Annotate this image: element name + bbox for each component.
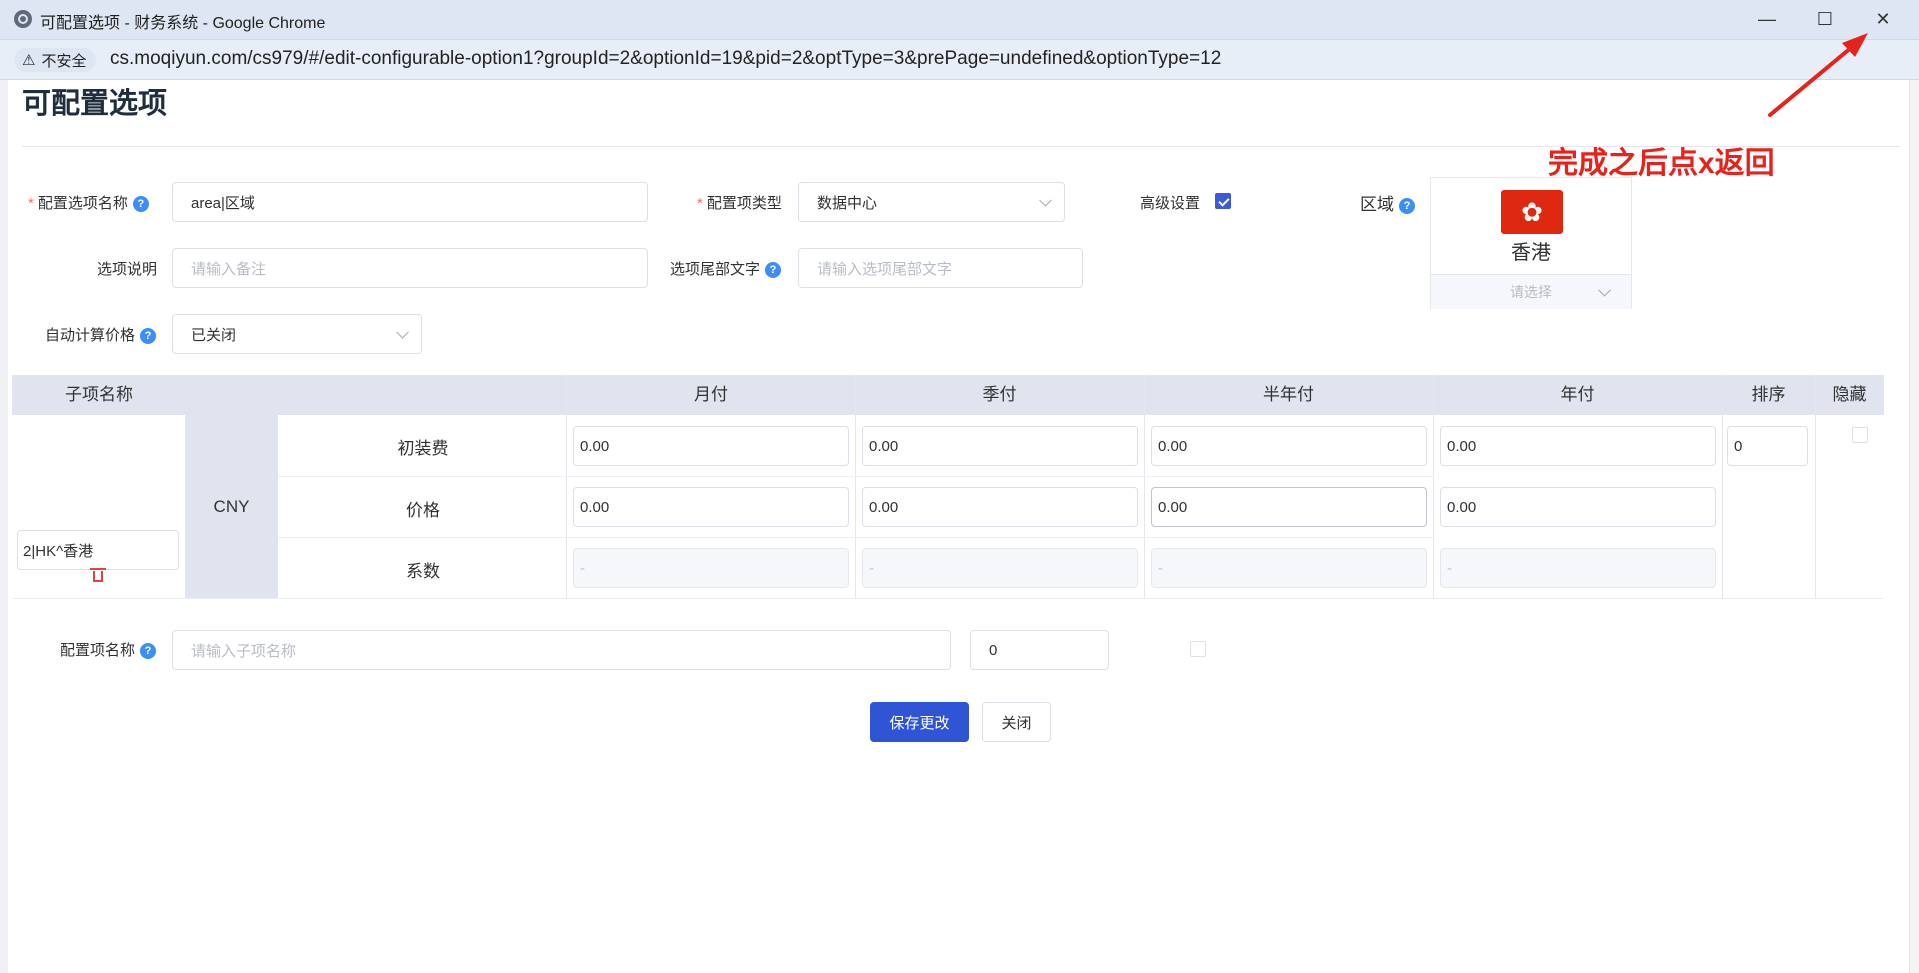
currency-cell: CNY	[185, 415, 278, 598]
description-input[interactable]: 请输入备注	[172, 248, 648, 288]
region-label: 区域?	[1360, 190, 1415, 215]
maximize-button[interactable]: ☐	[1797, 0, 1853, 39]
header-annual: 年付	[1560, 385, 1595, 404]
row-label-price: 价格	[406, 501, 440, 520]
close-button[interactable]: 关闭	[982, 702, 1051, 742]
option-name-label: * 配置选项名称?	[28, 192, 149, 213]
security-indicator[interactable]: ⚠ 不安全	[14, 48, 97, 72]
pricing-table-header: 子项名称 月付 季付 半年付 年付 排序 隐藏	[12, 375, 1884, 415]
window-titlebar: 可配置选项 - 财务系统 - Google Chrome — ☐ ✕	[0, 0, 1919, 40]
warning-icon: ⚠	[22, 52, 36, 69]
hong-kong-flag-icon: ✿	[1501, 190, 1563, 234]
help-icon[interactable]: ?	[140, 328, 157, 344]
advanced-settings-checkbox[interactable]	[1215, 193, 1231, 209]
setup-fee-monthly-input[interactable]: 0.00	[573, 426, 849, 466]
background-page	[0, 0, 8, 973]
chevron-down-icon	[1039, 193, 1052, 207]
table-divider	[1433, 375, 1434, 598]
price-annual-input[interactable]: 0.00	[1440, 487, 1716, 527]
option-name-input[interactable]: area|区域	[172, 182, 648, 222]
price-quarterly-input[interactable]: 0.00	[862, 487, 1138, 527]
factor-quarterly-input: -	[862, 548, 1138, 588]
option-type-select[interactable]: 数据中心	[798, 182, 1065, 222]
minimize-button[interactable]: —	[1739, 0, 1795, 39]
factor-monthly-input: -	[573, 548, 849, 588]
setup-fee-semiannual-input[interactable]: 0.00	[1151, 426, 1427, 466]
factor-annual-input: -	[1440, 548, 1716, 588]
description-label: 选项说明	[97, 261, 158, 278]
help-icon[interactable]: ?	[132, 196, 149, 212]
table-divider	[1722, 375, 1723, 598]
new-item-name-input[interactable]: 请输入子项名称	[172, 630, 951, 670]
sort-input[interactable]: 0	[1727, 426, 1808, 466]
table-row-divider	[278, 476, 1433, 477]
advanced-settings-label: 高级设置	[1140, 195, 1201, 212]
setup-fee-annual-input[interactable]: 0.00	[1440, 426, 1716, 466]
table-divider	[1815, 375, 1816, 598]
row-label-setup-fee: 初装费	[397, 439, 449, 458]
table-divider	[855, 375, 856, 598]
globe-icon	[14, 10, 32, 28]
help-icon[interactable]: ?	[1399, 198, 1415, 214]
setup-fee-quarterly-input[interactable]: 0.00	[862, 426, 1138, 466]
sub-item-name-input[interactable]: 2|HK^香港	[17, 530, 179, 570]
price-semiannual-input[interactable]: 0.00	[1151, 487, 1427, 527]
suffix-label: 选项尾部文字?	[670, 258, 782, 279]
chevron-down-icon	[396, 325, 409, 339]
header-sub-item-name: 子项名称	[65, 385, 133, 404]
option-type-label: * 配置项类型	[697, 195, 782, 212]
maximize-icon: ☐	[1816, 9, 1834, 29]
window-title: 可配置选项 - 财务系统 - Google Chrome	[40, 15, 326, 32]
table-row-divider	[12, 598, 1884, 599]
vertical-scrollbar[interactable]	[1909, 80, 1919, 973]
auto-price-select[interactable]: 已关闭	[172, 314, 422, 354]
close-icon: ✕	[1875, 9, 1891, 29]
new-item-hidden-checkbox[interactable]	[1190, 641, 1206, 657]
header-monthly: 月付	[694, 385, 728, 404]
header-hidden: 隐藏	[1832, 385, 1867, 404]
header-quarterly: 季付	[982, 385, 1017, 404]
hidden-checkbox[interactable]	[1852, 427, 1868, 443]
header-semiannual: 半年付	[1263, 385, 1314, 404]
url-text[interactable]: cs.moqiyun.com/cs979/#/edit-configurable…	[110, 48, 1221, 70]
price-monthly-input[interactable]: 0.00	[573, 487, 849, 527]
new-item-sort-input[interactable]: 0	[970, 630, 1109, 670]
security-label: 不安全	[41, 52, 87, 70]
region-select[interactable]: 请选择	[1431, 274, 1631, 309]
address-bar: ⚠ 不安全 cs.moqiyun.com/cs979/#/edit-config…	[0, 40, 1919, 80]
page-title: 可配置选项	[22, 88, 168, 120]
help-icon[interactable]: ?	[765, 262, 782, 278]
minimize-icon: —	[1758, 9, 1776, 29]
delete-icon[interactable]	[90, 568, 106, 582]
auto-price-label: 自动计算价格?	[45, 324, 157, 345]
table-row-divider	[278, 537, 1433, 538]
annotation-text: 完成之后点x返回	[1548, 147, 1775, 180]
factor-semiannual-input: -	[1151, 548, 1427, 588]
new-item-label: 配置项名称?	[60, 639, 157, 660]
region-name: 香港	[1511, 242, 1551, 264]
save-button[interactable]: 保存更改	[870, 702, 969, 742]
help-icon[interactable]: ?	[140, 643, 157, 659]
row-label-factor: 系数	[406, 562, 440, 581]
region-card[interactable]: ✿ 香港 请选择	[1430, 177, 1632, 309]
chevron-down-icon	[1598, 283, 1611, 297]
close-window-button[interactable]: ✕	[1855, 0, 1911, 39]
suffix-input[interactable]: 请输入选项尾部文字	[798, 248, 1083, 288]
header-sort: 排序	[1751, 385, 1786, 404]
table-divider	[1144, 375, 1145, 598]
